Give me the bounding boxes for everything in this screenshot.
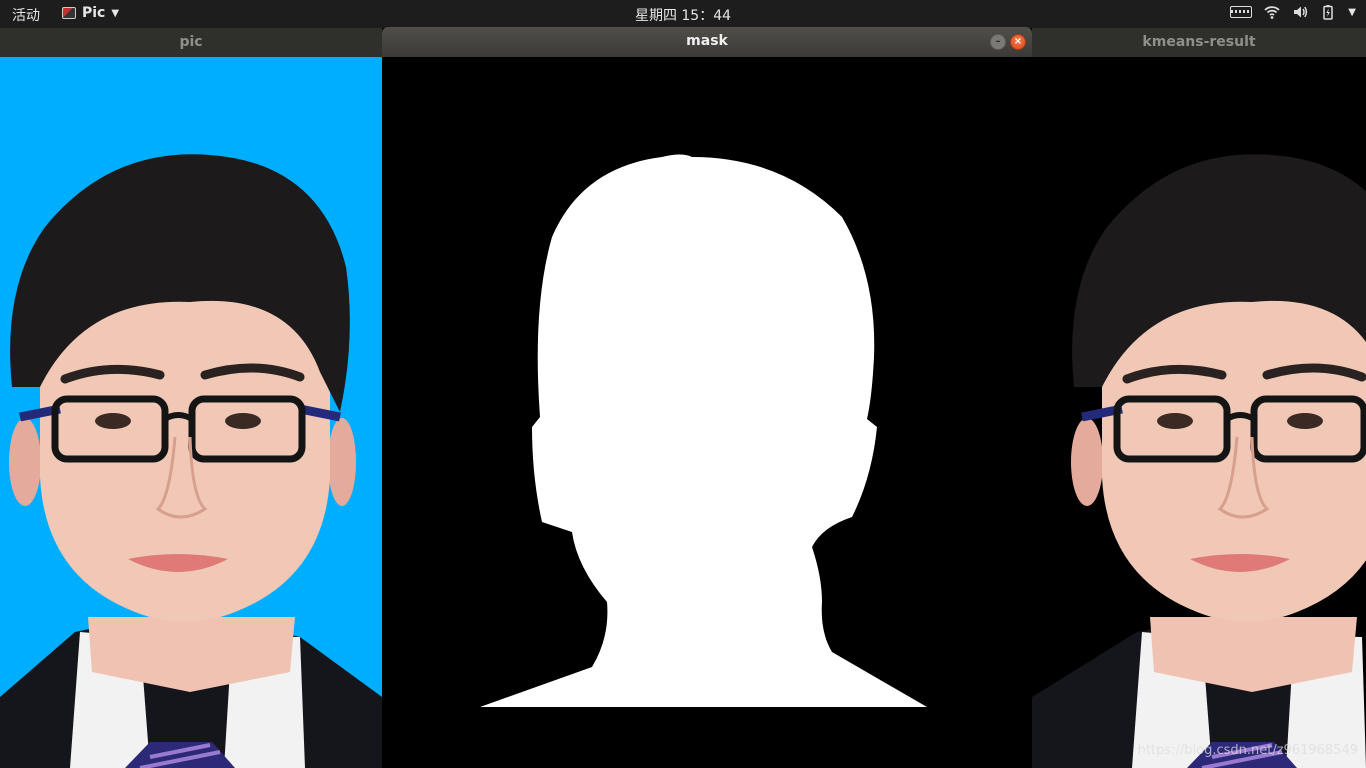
window-title-label: kmeans-result bbox=[1142, 34, 1256, 50]
pic-window-content bbox=[0, 57, 382, 768]
mask-silhouette bbox=[480, 154, 927, 707]
wifi-icon[interactable] bbox=[1264, 4, 1280, 20]
app-menu[interactable]: Pic ▼ bbox=[62, 5, 119, 21]
chevron-down-icon[interactable]: ▼ bbox=[1348, 7, 1356, 18]
window-title-pic[interactable]: pic bbox=[0, 28, 382, 57]
kmeans-window-content bbox=[1032, 57, 1366, 768]
window-title-label: pic bbox=[179, 34, 203, 50]
top-bar: 活动 Pic ▼ 星期四 15：44 ▼ bbox=[0, 0, 1366, 28]
mask-window-content bbox=[382, 57, 1032, 768]
kmeans-figure bbox=[1032, 154, 1366, 768]
keyboard-icon[interactable] bbox=[1230, 6, 1253, 18]
portrait-photo bbox=[0, 154, 382, 768]
kmeans-result-photo bbox=[1032, 154, 1366, 768]
battery-icon[interactable] bbox=[1320, 4, 1336, 20]
activities-button[interactable]: 活动 bbox=[12, 5, 40, 25]
window-title-mask[interactable]: mask – × bbox=[382, 27, 1032, 57]
chevron-down-icon: ▼ bbox=[111, 7, 120, 19]
window-title-kmeans[interactable]: kmeans-result bbox=[1032, 28, 1366, 57]
app-icon bbox=[62, 7, 76, 19]
close-button[interactable]: × bbox=[1010, 34, 1026, 50]
system-tray[interactable]: ▼ bbox=[1230, 4, 1356, 20]
portrait-figure bbox=[0, 154, 382, 768]
app-menu-label: Pic bbox=[82, 5, 106, 21]
clock[interactable]: 星期四 15：44 bbox=[635, 8, 731, 24]
watermark: https://blog.csdn.net/z961968549 bbox=[1137, 743, 1358, 758]
minimize-button[interactable]: – bbox=[990, 34, 1006, 50]
window-title-label: mask bbox=[686, 33, 728, 49]
clock-container: 星期四 15：44 bbox=[0, 5, 1366, 25]
silhouette-shape bbox=[480, 154, 927, 707]
volume-icon[interactable] bbox=[1292, 4, 1308, 20]
